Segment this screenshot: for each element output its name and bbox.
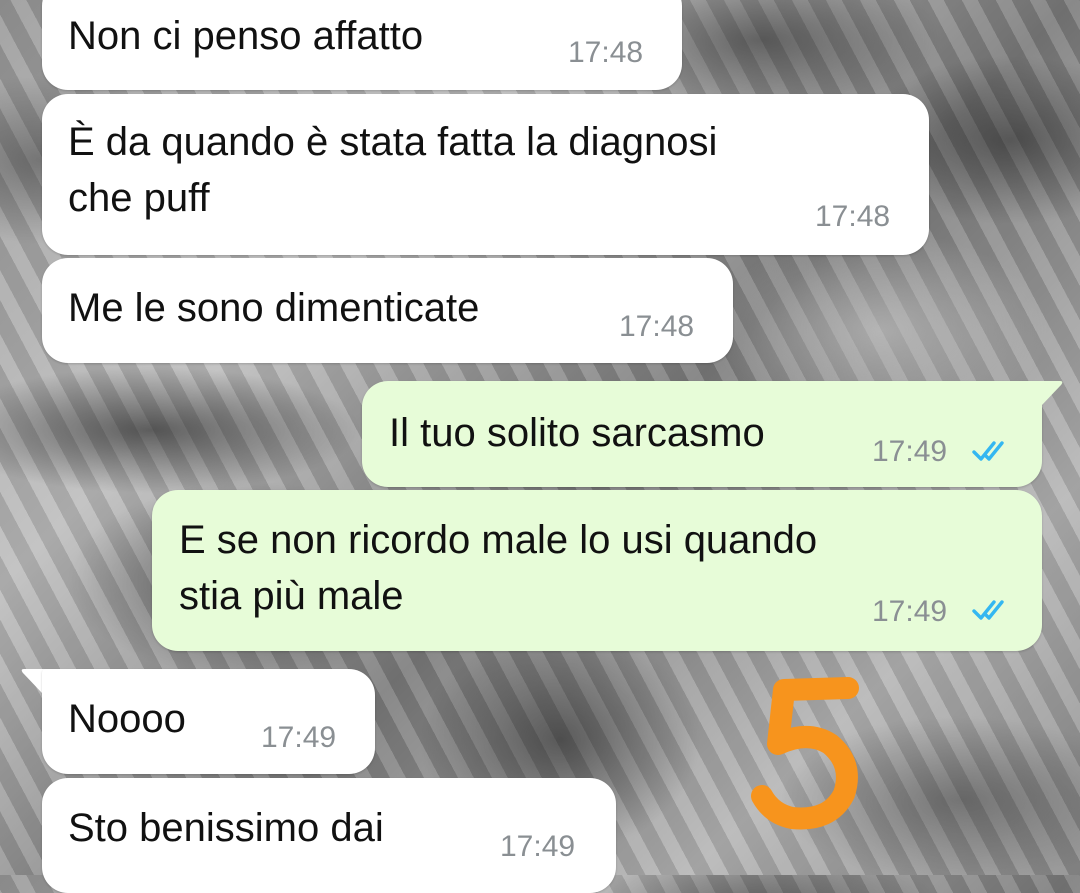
message-time: 17:48 xyxy=(815,200,891,233)
message-text: È da quando è stata fatta la diagnosi ch… xyxy=(68,120,718,220)
double-check-icon xyxy=(972,441,1004,461)
message-text: Sto benissimo dai xyxy=(68,806,384,850)
message-bubble-outgoing[interactable]: Il tuo solito sarcasmo 17:49 xyxy=(362,381,1042,487)
message-bubble-incoming[interactable]: È da quando è stata fatta la diagnosi ch… xyxy=(42,94,929,255)
message-time: 17:49 xyxy=(261,721,337,754)
message-time: 17:48 xyxy=(619,310,695,343)
message-time: 17:49 xyxy=(872,435,948,468)
bubble-tail xyxy=(1028,381,1063,405)
message-bubble-incoming[interactable]: Me le sono dimenticate 17:48 xyxy=(42,258,733,363)
message-text: Me le sono dimenticate xyxy=(68,286,480,330)
message-text: E se non ricordo male lo usi quando stia… xyxy=(179,518,818,618)
message-bubble-incoming[interactable]: Non ci penso affatto 17:48 xyxy=(42,0,682,90)
hand-drawn-number-annotation xyxy=(751,677,859,830)
message-text: Il tuo solito sarcasmo xyxy=(389,411,765,455)
double-check-icon xyxy=(972,600,1004,620)
message-time: 17:49 xyxy=(500,830,576,863)
message-bubble-incoming[interactable]: Sto benissimo dai 17:49 xyxy=(42,778,616,893)
message-time: 17:48 xyxy=(568,36,644,69)
chat-conversation: Non ci penso affatto 17:48 È da quando è… xyxy=(0,0,1080,893)
message-bubble-incoming[interactable]: Noooo 17:49 xyxy=(42,669,375,774)
message-time: 17:49 xyxy=(872,595,948,628)
message-bubble-outgoing[interactable]: E se non ricordo male lo usi quando stia… xyxy=(152,490,1042,651)
message-text: Non ci penso affatto xyxy=(68,14,424,58)
message-text: Noooo xyxy=(68,697,186,741)
